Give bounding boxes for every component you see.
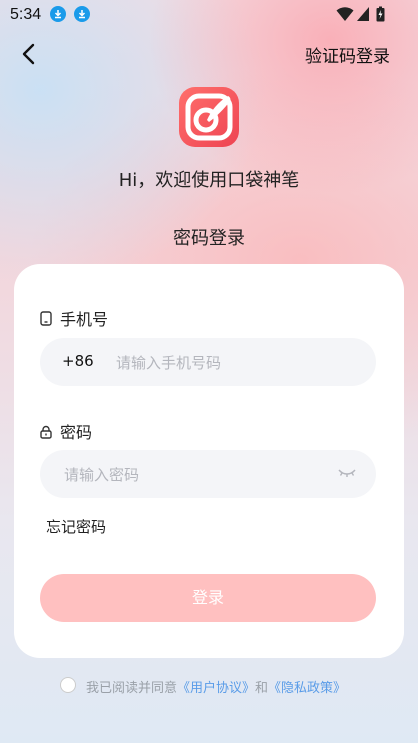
chevron-left-icon xyxy=(22,43,35,65)
lock-icon xyxy=(40,425,52,439)
agreement-checkbox[interactable] xyxy=(60,677,76,693)
status-time: 5:34 xyxy=(10,6,42,23)
phone-icon xyxy=(40,311,52,326)
sms-code-login-link[interactable]: 验证码登录 xyxy=(305,42,390,67)
welcome-text: Hi，欢迎使用口袋神笔 xyxy=(118,170,300,191)
password-input[interactable]: 请输入密码 xyxy=(64,464,139,485)
agreement-text: 我已阅读并同意《用户协议》和《隐私政策》 xyxy=(86,677,346,696)
forgot-password-link[interactable]: 忘记密码 xyxy=(46,516,106,537)
battery-icon xyxy=(376,6,385,22)
phone-label: 手机号 xyxy=(60,310,109,329)
country-code[interactable]: +86 xyxy=(62,352,94,370)
app-logo xyxy=(178,86,240,148)
status-bar: 5:34 xyxy=(0,0,418,30)
eye-closed-icon[interactable] xyxy=(338,468,356,478)
phone-field[interactable]: +86 请输入手机号码 xyxy=(40,338,376,386)
user-agreement-link[interactable]: 《用户协议》 xyxy=(177,681,255,696)
phone-label-row: 手机号 xyxy=(40,306,108,330)
back-button[interactable] xyxy=(16,40,44,68)
page-title: 密码登录 xyxy=(173,228,245,249)
password-label-row: 密码 xyxy=(40,419,92,443)
agreement-prefix: 我已阅读并同意 xyxy=(86,681,178,696)
wifi-icon xyxy=(336,7,354,21)
password-label: 密码 xyxy=(60,423,93,442)
download-icon xyxy=(50,6,66,22)
login-button[interactable]: 登录 xyxy=(40,574,376,622)
privacy-policy-link[interactable]: 《隐私政策》 xyxy=(268,681,346,696)
download-icon xyxy=(74,6,90,22)
agreement-and: 和 xyxy=(255,681,269,696)
phone-input[interactable]: 请输入手机号码 xyxy=(116,352,221,373)
login-card: 手机号 +86 请输入手机号码 密码 请输入密码 忘记密码 登录 xyxy=(14,264,404,658)
password-field[interactable]: 请输入密码 xyxy=(40,450,376,498)
cellular-signal-icon xyxy=(357,7,369,21)
